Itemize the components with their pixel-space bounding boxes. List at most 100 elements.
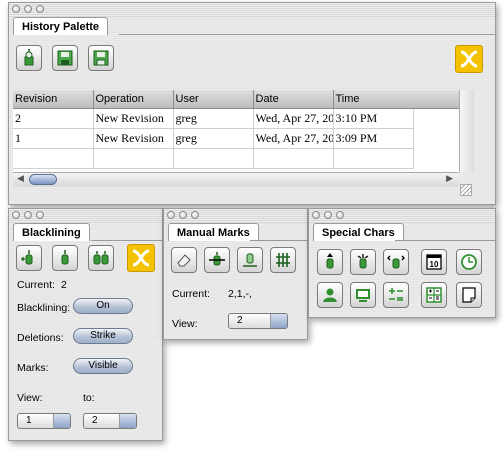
cell-revision: 1 (13, 128, 94, 149)
clock-button[interactable] (456, 249, 482, 275)
special-chars-titlebar[interactable] (309, 209, 495, 223)
calculator-button[interactable] (421, 282, 447, 308)
close-button[interactable] (12, 211, 20, 219)
tab-divider (119, 34, 495, 35)
app-logo (455, 45, 483, 73)
calendar-button[interactable]: 10 (421, 249, 447, 275)
stepper-arrows-icon[interactable] (53, 414, 70, 428)
double-lamp-icon (93, 251, 109, 265)
table-header-row: Revision Operation User Date Time (13, 90, 414, 109)
tab-special-chars[interactable]: Special Chars (313, 223, 404, 241)
table-row (13, 148, 414, 169)
calendar-number: 10 (430, 260, 439, 269)
cell-time: 3:09 PM (333, 128, 414, 149)
close-button[interactable] (12, 5, 20, 13)
minimize-button[interactable] (24, 211, 32, 219)
save-as-icon (93, 50, 109, 66)
zoom-button[interactable] (36, 5, 44, 13)
cell-time: 3:10 PM (333, 108, 414, 129)
to-label: to: (83, 392, 95, 404)
manual-marks-titlebar[interactable] (164, 209, 307, 223)
column-header-user[interactable]: User (173, 90, 254, 109)
marks-visibility-button[interactable]: Visible (73, 358, 133, 374)
cell-date: Wed, Apr 27, 20 (253, 108, 334, 129)
minimize-button[interactable] (179, 211, 187, 219)
cell-date: Wed, Apr 27, 20 (253, 128, 334, 149)
revision-tool-button[interactable] (16, 45, 42, 71)
zoom-button[interactable] (336, 211, 344, 219)
special-chars-palette: Special Chars 10 (308, 208, 496, 318)
stepper-arrows-icon[interactable] (119, 414, 136, 428)
scroll-thumb[interactable] (29, 174, 57, 185)
close-button[interactable] (312, 211, 320, 219)
column-header-time[interactable]: Time (333, 90, 414, 109)
strike-lamp-icon (209, 252, 225, 266)
view-from-select[interactable]: 1 (17, 413, 71, 429)
lamp-arrows-button[interactable] (383, 249, 409, 275)
view-to-select[interactable]: 2 (83, 413, 137, 429)
blacklining-titlebar[interactable] (9, 209, 162, 223)
history-table-area: Revision Operation User Date Time 2 New … (13, 90, 459, 172)
cell-operation: New Revision (93, 108, 174, 129)
lamp-arrows-icon (387, 255, 405, 269)
clock-icon (461, 254, 477, 270)
save-as-button[interactable] (88, 45, 114, 71)
lamp-split-icon (357, 254, 369, 269)
view-select[interactable]: 2 (228, 313, 288, 329)
monitor-button[interactable] (350, 282, 376, 308)
tab-divider (250, 240, 307, 241)
tab-manual-marks[interactable]: Manual Marks (168, 223, 259, 241)
tab-divider (395, 240, 495, 241)
save-icon (57, 50, 73, 66)
person-icon (323, 288, 337, 302)
table-row[interactable]: 1 New Revision greg Wed, Apr 27, 20 3:09… (13, 128, 414, 149)
column-header-operation[interactable]: Operation (93, 90, 174, 109)
deletions-label: Deletions: (17, 332, 64, 344)
math-ops-button[interactable] (383, 282, 409, 308)
stepper-arrows-icon[interactable] (270, 314, 287, 328)
resize-grip-icon[interactable] (460, 184, 472, 196)
vertical-scrollbar[interactable] (459, 90, 474, 172)
math-ops-icon (389, 288, 403, 301)
history-titlebar[interactable] (9, 3, 495, 17)
table-row[interactable]: 2 New Revision greg Wed, Apr 27, 20 3:10… (13, 108, 414, 129)
scroll-left-arrow-icon[interactable]: ◀ (17, 173, 24, 184)
minimize-button[interactable] (324, 211, 332, 219)
tab-blacklining[interactable]: Blacklining (13, 223, 90, 241)
note-button[interactable] (456, 282, 482, 308)
eraser-button[interactable] (171, 247, 197, 273)
blacklining-toggle-button[interactable]: On (73, 298, 133, 314)
lamp-split-button[interactable] (350, 249, 376, 275)
column-header-date[interactable]: Date (253, 90, 334, 109)
strike-mark-button[interactable] (204, 247, 230, 273)
previous-revision-button[interactable] (16, 245, 42, 271)
tab-divider (91, 240, 162, 241)
save-button[interactable] (52, 45, 78, 71)
horizontal-scrollbar[interactable]: ◀ ▶ (13, 172, 459, 187)
compare-revisions-button[interactable] (88, 245, 114, 271)
insert-mark-button[interactable] (237, 247, 263, 273)
marks-label: Marks: (17, 362, 49, 374)
minimize-button[interactable] (24, 5, 32, 13)
current-revision-button[interactable] (52, 245, 78, 271)
close-button[interactable] (167, 211, 175, 219)
current-label: Current: (172, 288, 210, 300)
history-table: Revision Operation User Date Time 2 New … (13, 90, 414, 169)
grid-mark-button[interactable] (270, 247, 296, 273)
scroll-right-arrow-icon[interactable]: ▶ (446, 173, 453, 184)
lamp-up-button[interactable] (317, 249, 343, 275)
person-button[interactable] (317, 282, 343, 308)
zoom-button[interactable] (36, 211, 44, 219)
cell-user: greg (173, 108, 254, 129)
monitor-icon (356, 289, 370, 302)
hash-icon (276, 253, 290, 267)
zoom-button[interactable] (191, 211, 199, 219)
tab-history-palette[interactable]: History Palette (13, 17, 109, 35)
app-logo-icon (460, 50, 478, 68)
app-logo-icon (132, 249, 150, 267)
current-label: Current: (17, 279, 55, 291)
column-header-revision[interactable]: Revision (13, 90, 94, 109)
deletions-mode-button[interactable]: Strike (73, 328, 133, 344)
note-icon (462, 287, 476, 303)
header-filler (413, 90, 459, 109)
